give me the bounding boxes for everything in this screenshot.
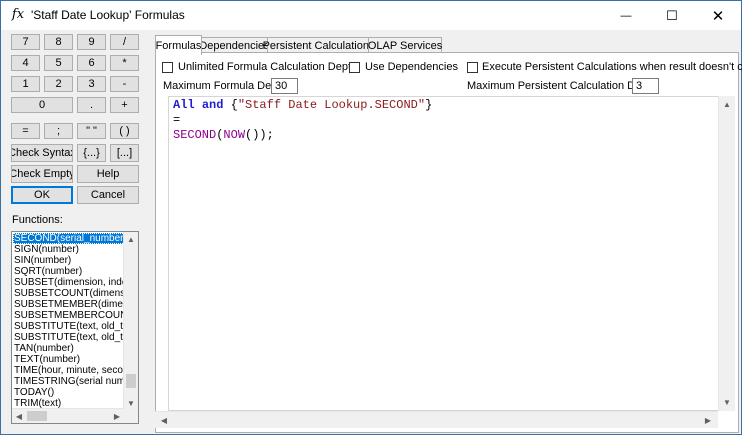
function-item[interactable]: TAN(number) [13,343,125,354]
max-persistent-depth-label: Maximum Persistent Calculation Depth: [467,80,660,92]
functions-horizontal-scrollbar[interactable]: ◀ ▶ [12,408,124,423]
tab-strip: Formulas Dependencies Persistent Calcula… [155,35,739,55]
scroll-down-icon[interactable]: ▼ [720,395,734,409]
function-item[interactable]: TIMESTRING(serial numbe [13,376,125,387]
function-item[interactable]: TODAY() [13,387,125,398]
formula-line-3: SECOND(NOW()); [173,128,274,142]
key-quotes[interactable]: " " [77,123,106,139]
key-3[interactable]: 3 [77,76,106,92]
function-item[interactable]: SUBSETCOUNT(dimension [13,288,125,299]
title-bar[interactable]: fx 'Staff Date Lookup' Formulas — ☐ ✕ [1,1,741,30]
key-decimal[interactable]: . [77,97,106,113]
check-empty-button[interactable]: Check Empty [11,165,73,183]
scroll-right-icon[interactable]: ▶ [701,413,715,427]
key-9[interactable]: 9 [77,34,106,50]
functions-vertical-scrollbar[interactable]: ▲ ▼ [123,232,138,410]
formula-area-string: "Staff Date Lookup.SECOND" [237,98,426,112]
key-divide[interactable]: / [110,34,139,50]
functions-hscroll-thumb[interactable] [27,411,47,421]
key-6[interactable]: 6 [77,55,106,71]
formula-line-2: = [173,113,181,127]
close-brace: } [425,98,433,112]
function-item[interactable]: SECOND(serial_number) [13,233,125,244]
key-multiply[interactable]: * [110,55,139,71]
close-icon: ✕ [711,7,725,25]
key-semicolon[interactable]: ; [44,123,73,139]
functions-label: Functions: [12,214,63,226]
maximize-button[interactable]: ☐ [649,1,695,30]
use-dependencies-label: Use Dependencies [365,61,458,73]
check-syntax-button[interactable]: Check Syntax [11,144,73,162]
help-button[interactable]: Help [77,165,139,183]
max-persistent-depth-input[interactable]: 3 [632,78,659,94]
minimize-button[interactable]: — [603,1,649,30]
function-item[interactable]: SIN(number) [13,255,125,266]
key-0[interactable]: 0 [11,97,73,113]
window-title: 'Staff Date Lookup' Formulas [31,8,185,22]
close-button[interactable]: ✕ [695,1,741,30]
key-brackets[interactable]: [...] [110,144,139,162]
key-1[interactable]: 1 [11,76,40,92]
function-now: NOW [223,128,246,142]
key-minus[interactable]: - [110,76,139,92]
editor-vertical-scrollbar[interactable]: ▲ ▼ [718,96,735,411]
scroll-right-icon[interactable]: ▶ [110,409,124,423]
function-item[interactable]: TEXT(number) [13,354,125,365]
key-plus[interactable]: + [110,97,139,113]
function-item[interactable]: TIME(hour, minute, second [13,365,125,376]
function-item[interactable]: SIGN(number) [13,244,125,255]
fx-icon: fx [11,7,25,22]
key-braces[interactable]: {...} [77,144,106,162]
minimize-icon: — [620,9,632,22]
unlimited-depth-label: Unlimited Formula Calculation Depth [178,61,358,73]
cancel-button[interactable]: Cancel [77,186,139,204]
unlimited-depth-checkbox[interactable] [162,62,173,73]
close-paren: ()); [245,128,274,142]
use-dependencies-checkbox[interactable] [349,62,360,73]
scroll-left-icon[interactable]: ◀ [12,409,26,423]
open-brace: { [230,98,238,112]
keyword-all: All [173,98,195,112]
formula-window: fx 'Staff Date Lookup' Formulas — ☐ ✕ 7 … [0,0,742,435]
function-item[interactable]: SUBSETMEMBERCOUNT [13,310,125,321]
scroll-left-icon[interactable]: ◀ [157,413,171,427]
scroll-up-icon[interactable]: ▲ [720,97,734,111]
execute-persistent-checkbox[interactable] [467,62,478,73]
scroll-corner [124,409,138,423]
scroll-up-icon[interactable]: ▲ [124,232,138,246]
key-2[interactable]: 2 [44,76,73,92]
function-item[interactable]: SUBSET(dimension, index) [13,277,125,288]
tab-formulas[interactable]: Formulas [155,35,202,55]
function-item[interactable]: SUBSTITUTE(text, old_tex [13,332,125,343]
key-8[interactable]: 8 [44,34,73,50]
key-7[interactable]: 7 [11,34,40,50]
function-item[interactable]: SQRT(number) [13,266,125,277]
key-equals[interactable]: = [11,123,40,139]
ok-button[interactable]: OK [11,186,73,204]
functions-list[interactable]: SECOND(serial_number) SIGN(number) SIN(n… [11,231,139,424]
key-parentheses[interactable]: ( ) [110,123,139,139]
scroll-down-icon[interactable]: ▼ [124,396,138,410]
functions-items: SECOND(serial_number) SIGN(number) SIN(n… [13,233,125,409]
key-4[interactable]: 4 [11,55,40,71]
formula-line-1: All and {"Staff Date Lookup.SECOND"} [173,98,432,112]
key-5[interactable]: 5 [44,55,73,71]
editor-horizontal-scrollbar[interactable]: ◀ ▶ [155,411,718,428]
function-item[interactable]: SUBSETMEMBER(dimensi [13,299,125,310]
execute-persistent-label: Execute Persistent Calculations when res… [482,61,742,73]
functions-vscroll-thumb[interactable] [126,374,136,388]
formula-editor[interactable]: All and {"Staff Date Lookup.SECOND"} = S… [168,96,735,411]
maximize-icon: ☐ [666,7,678,23]
function-item[interactable]: SUBSTITUTE(text, old_tex [13,321,125,332]
keyword-and: and [201,98,224,112]
max-formula-depth-input[interactable]: 30 [271,78,298,94]
function-second: SECOND [173,128,217,142]
